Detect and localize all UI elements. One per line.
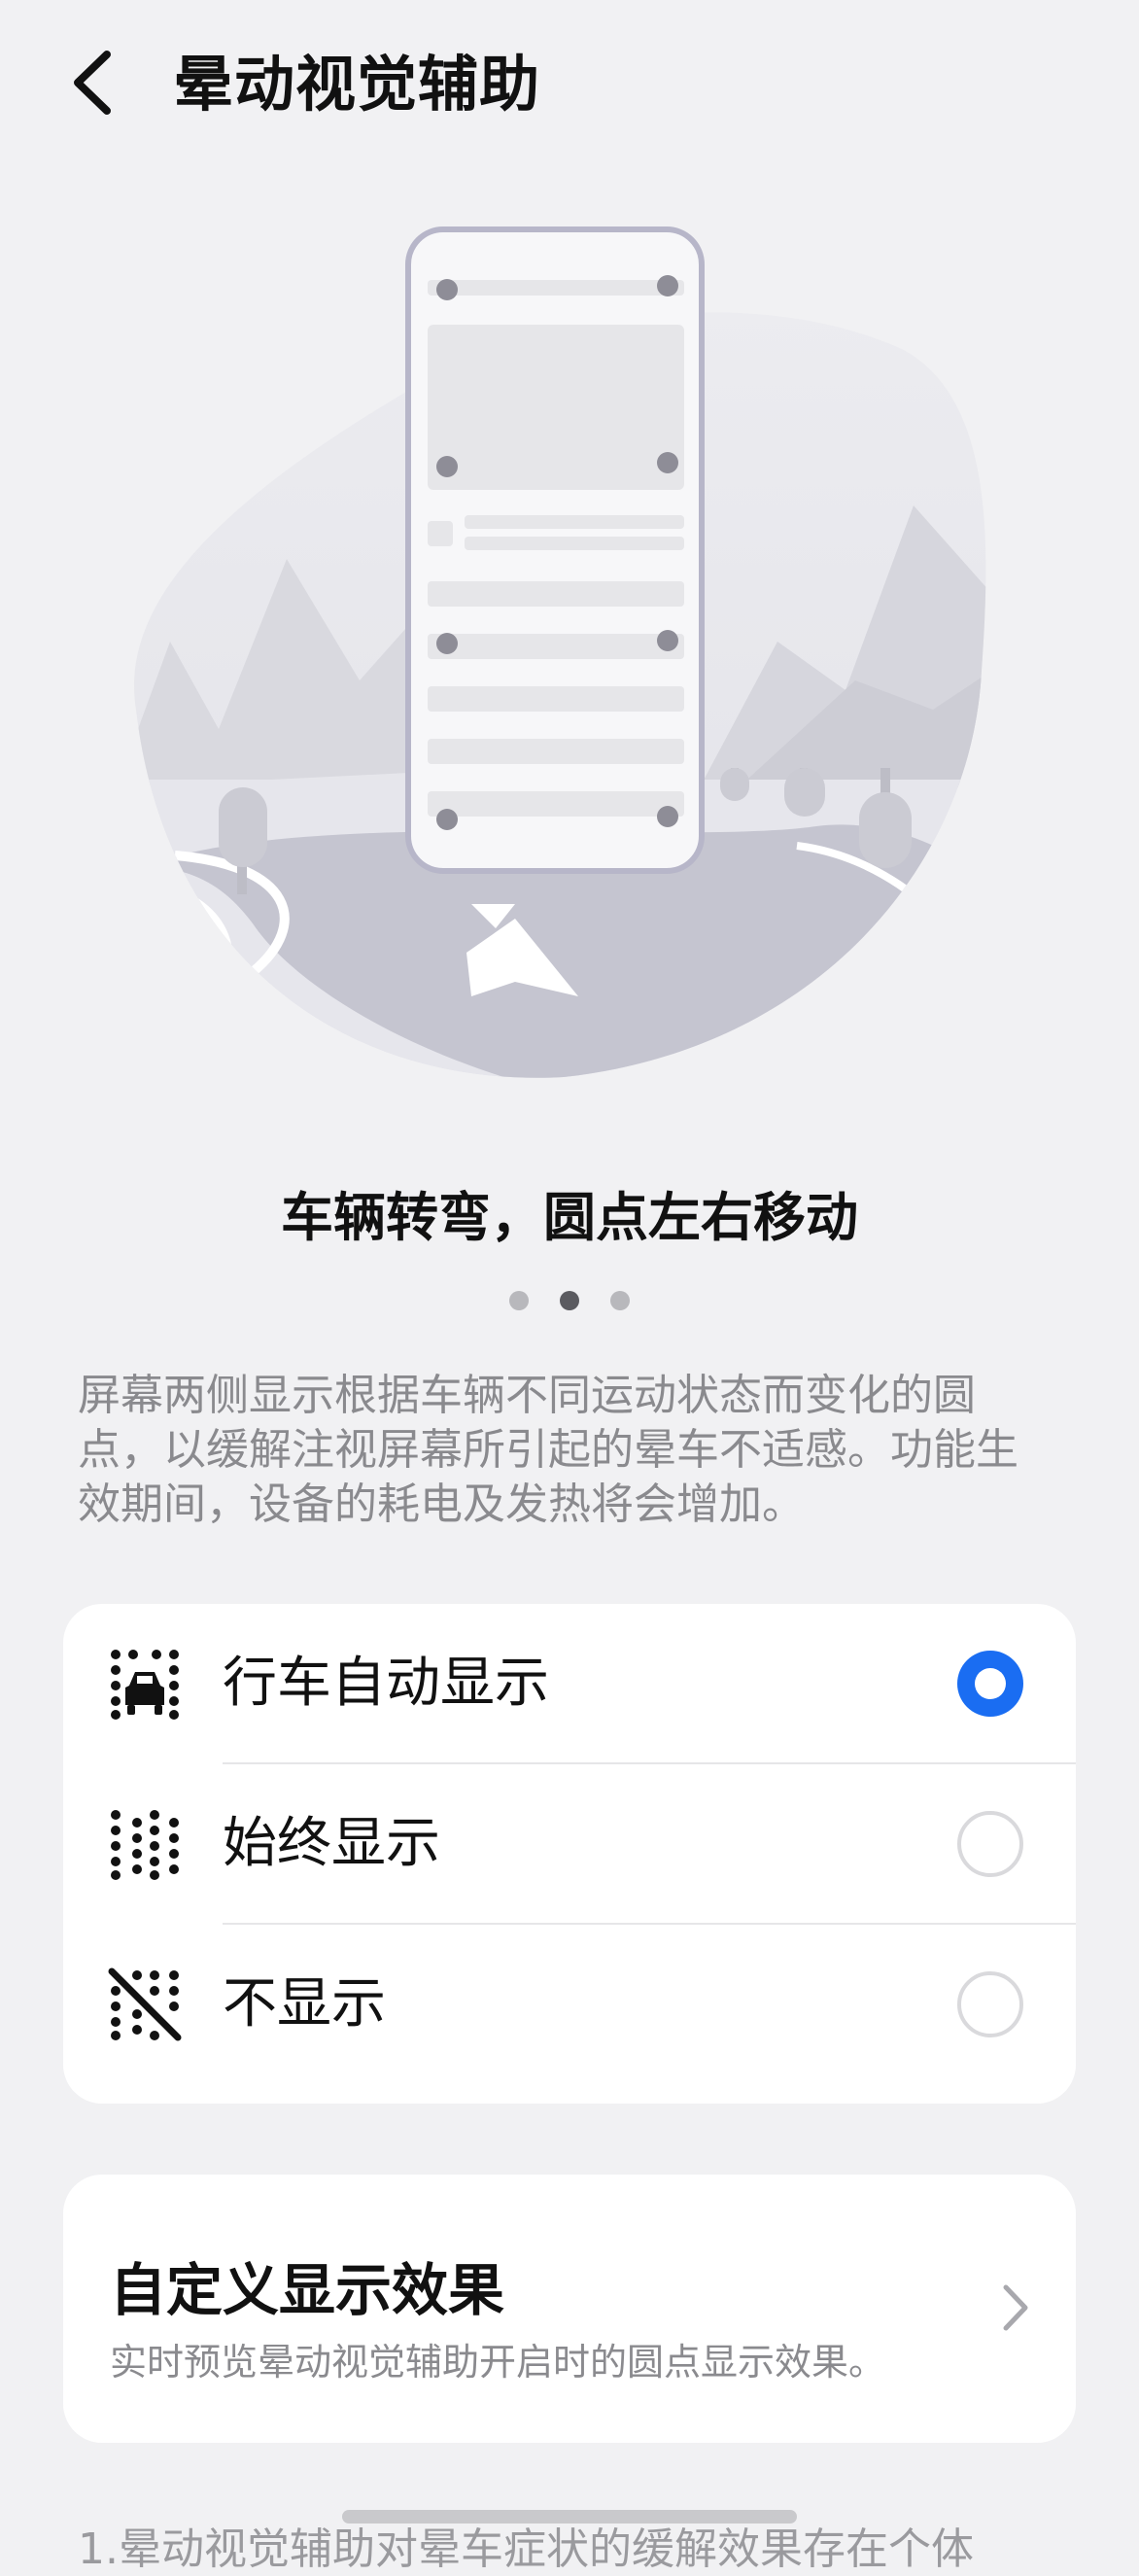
- dots-off-icon: [108, 1967, 182, 2040]
- radio-selected[interactable]: [957, 1650, 1023, 1717]
- option-label: 始终显示: [223, 1812, 440, 1875]
- illustration-caption: 车辆转弯，圆点左右移动: [281, 1187, 858, 1248]
- custom-effect-subtitle: 实时预览晕动视觉辅助开启时的圆点显示效果。: [110, 2341, 886, 2384]
- page-indicator: [0, 1291, 1139, 1312]
- header: 晕动视觉辅助: [0, 0, 1139, 165]
- car-dots-icon: [111, 1649, 179, 1720]
- back-button[interactable]: [60, 41, 128, 124]
- feature-description: 屏幕两侧显示根据车辆不同运动状态而变化的圆点，以缓解注视屏幕所引起的晕车不适感。…: [78, 1371, 1018, 1529]
- option-always-show[interactable]: 始终显示: [63, 1764, 1076, 1923]
- option-auto-while-driving[interactable]: 行车自动显示: [63, 1604, 1076, 1762]
- dots-grid-icon: [111, 1809, 179, 1880]
- page-dot[interactable]: [509, 1291, 529, 1310]
- home-indicator[interactable]: [342, 2510, 797, 2524]
- custom-effect-title: 自定义显示效果: [110, 2257, 505, 2323]
- page-title: 晕动视觉辅助: [173, 49, 541, 120]
- option-label: 行车自动显示: [223, 1652, 549, 1715]
- option-label: 不显示: [223, 1972, 386, 2036]
- page-dot[interactable]: [610, 1291, 630, 1310]
- radio-unselected[interactable]: [957, 1970, 1023, 2037]
- option-do-not-show[interactable]: 不显示: [63, 1925, 1076, 2083]
- display-mode-options: 行车自动显示 始终显示 不显示: [63, 1604, 1076, 2104]
- radio-unselected[interactable]: [957, 1810, 1023, 1877]
- chevron-left-icon: [74, 51, 111, 115]
- chevron-right-icon: [1003, 2284, 1028, 2331]
- page-dot-active[interactable]: [560, 1291, 579, 1310]
- phone-on-road-illustration: [0, 185, 1139, 1098]
- custom-display-effect-item[interactable]: 自定义显示效果 实时预览晕动视觉辅助开启时的圆点显示效果。: [63, 2175, 1076, 2443]
